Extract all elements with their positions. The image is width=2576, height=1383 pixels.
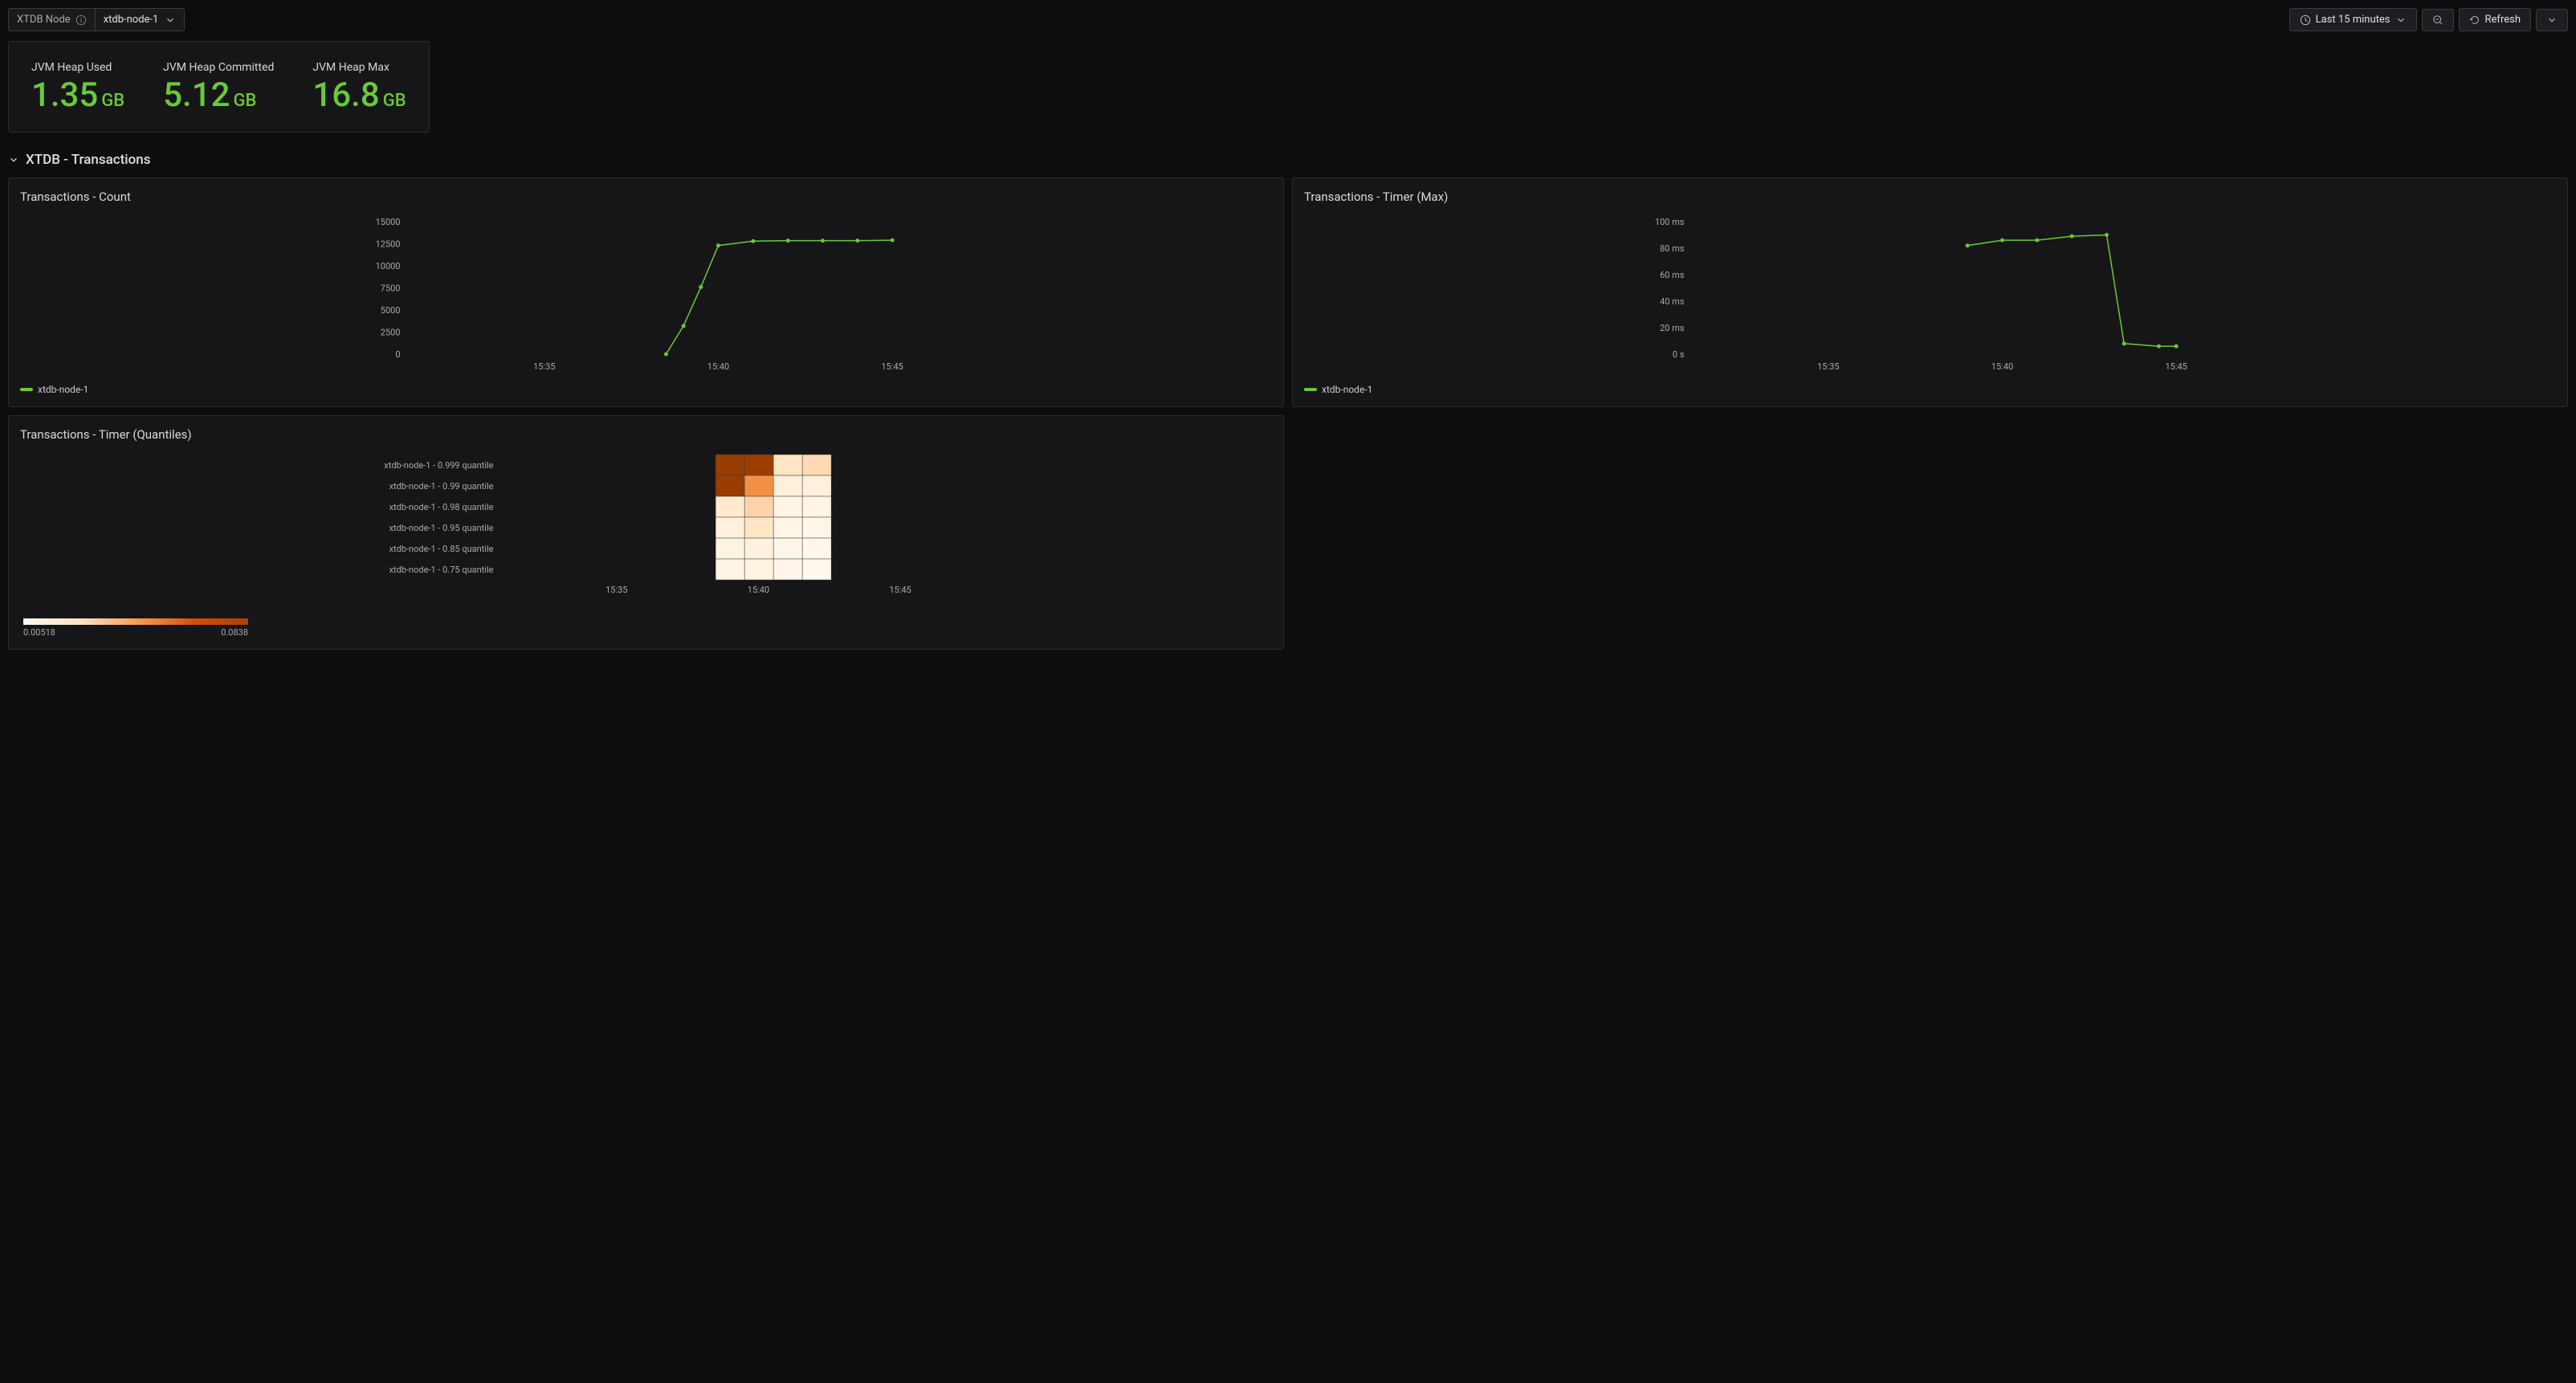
- refresh-interval-button[interactable]: [2536, 9, 2568, 31]
- variable-label: XTDB Node: [8, 8, 96, 31]
- stat-title: JVM Heap Max: [312, 61, 406, 74]
- svg-text:12500: 12500: [376, 239, 401, 250]
- svg-text:15:45: 15:45: [881, 361, 903, 372]
- svg-text:15:40: 15:40: [748, 585, 769, 595]
- chart-area: 0 2500 5000 7500 10000 12500 15000 15:35 15:40 15…: [20, 214, 1272, 377]
- refresh-label: Refresh: [2485, 14, 2521, 26]
- variable-value: xtdb-node-1: [104, 14, 159, 26]
- svg-text:60 ms: 60 ms: [1660, 270, 1685, 280]
- refresh-button[interactable]: Refresh: [2459, 8, 2531, 31]
- svg-text:0: 0: [395, 349, 400, 360]
- panel-transactions-quantiles[interactable]: Transactions - Timer (Quantiles) xtdb-no…: [8, 415, 1284, 650]
- legend-label: xtdb-node-1: [38, 384, 88, 395]
- svg-text:15:40: 15:40: [707, 361, 729, 372]
- stat-heap-max: JVM Heap Max 16.8GB: [312, 61, 406, 112]
- stat-title: JVM Heap Used: [31, 61, 124, 74]
- svg-text:40 ms: 40 ms: [1660, 296, 1685, 307]
- time-range-text: Last 15 minutes: [2316, 14, 2391, 26]
- svg-text:15:35: 15:35: [1817, 361, 1839, 372]
- stat-title: JVM Heap Committed: [163, 61, 274, 74]
- svg-text:0 s: 0 s: [1673, 349, 1685, 360]
- svg-text:100 ms: 100 ms: [1655, 217, 1685, 227]
- panel-transactions-timer-max[interactable]: Transactions - Timer (Max) 0 s 20 ms 40 ms…: [1292, 177, 2568, 407]
- clock-icon: [2300, 14, 2311, 26]
- panel-title: Transactions - Count: [20, 190, 1272, 204]
- panel-transactions-count[interactable]: Transactions - Count 0 2500 5000 7500 10000 1…: [8, 177, 1284, 407]
- legend: xtdb-node-1: [20, 384, 1272, 395]
- chevron-down-icon: [8, 154, 19, 165]
- zoom-out-icon: [2432, 14, 2444, 26]
- svg-text:15:35: 15:35: [533, 361, 555, 372]
- section-title: XTDB - Transactions: [26, 152, 151, 168]
- svg-text:20 ms: 20 ms: [1660, 323, 1685, 333]
- stat-value: 1.35GB: [31, 79, 124, 112]
- svg-text:10000: 10000: [376, 261, 401, 271]
- color-scale-bar: [23, 618, 248, 625]
- refresh-icon: [2469, 14, 2480, 26]
- time-range-picker[interactable]: Last 15 minutes: [2289, 8, 2417, 31]
- stat-heap-used: JVM Heap Used 1.35GB: [31, 61, 124, 112]
- chevron-down-icon: [165, 14, 176, 26]
- svg-text:2500: 2500: [381, 328, 401, 338]
- legend-swatch: [1304, 388, 1317, 391]
- section-header-transactions[interactable]: XTDB - Transactions: [8, 152, 2568, 168]
- chevron-down-icon: [2395, 14, 2407, 26]
- svg-text:15:35: 15:35: [605, 585, 627, 595]
- panel-title: Transactions - Timer (Max): [1304, 190, 2556, 204]
- panel-title: Transactions - Timer (Quantiles): [20, 427, 1272, 442]
- legend-label: xtdb-node-1: [1322, 384, 1372, 395]
- svg-text:80 ms: 80 ms: [1660, 243, 1685, 254]
- stat-value: 16.8GB: [312, 79, 406, 112]
- svg-text:15:45: 15:45: [889, 585, 911, 595]
- legend-swatch: [20, 388, 33, 391]
- stat-heap-committed: JVM Heap Committed 5.12GB: [163, 61, 274, 112]
- variable-select[interactable]: xtdb-node-1: [96, 8, 185, 31]
- chevron-down-icon: [2546, 14, 2558, 26]
- svg-text:xtdb-node-1 - 0.99 quantile: xtdb-node-1 - 0.99 quantile: [389, 481, 494, 492]
- svg-text:xtdb-node-1 - 0.85 quantile: xtdb-node-1 - 0.85 quantile: [389, 544, 494, 554]
- stat-value: 5.12GB: [163, 79, 274, 112]
- zoom-out-button[interactable]: [2422, 9, 2454, 31]
- svg-text:15:40: 15:40: [1991, 361, 2013, 372]
- svg-text:xtdb-node-1 - 0.999 quantile: xtdb-node-1 - 0.999 quantile: [384, 460, 493, 471]
- svg-text:xtdb-node-1 - 0.95 quantile: xtdb-node-1 - 0.95 quantile: [389, 523, 494, 533]
- variable-label-text: XTDB Node: [17, 14, 71, 26]
- svg-text:15000: 15000: [376, 217, 401, 227]
- svg-text:5000: 5000: [381, 305, 401, 316]
- svg-text:xtdb-node-1 - 0.98 quantile: xtdb-node-1 - 0.98 quantile: [389, 502, 494, 512]
- svg-text:15:45: 15:45: [2165, 361, 2187, 372]
- legend: xtdb-node-1: [1304, 384, 2556, 395]
- chart-area: 0 s 20 ms 40 ms 60 ms 80 ms 100 ms 15:35 15:40 1…: [1304, 214, 2556, 377]
- jvm-stats-panel: JVM Heap Used 1.35GB JVM Heap Committed …: [8, 41, 430, 133]
- svg-text:xtdb-node-1 - 0.75 quantile: xtdb-node-1 - 0.75 quantile: [389, 565, 494, 575]
- svg-text:7500: 7500: [381, 284, 401, 294]
- scale-max: 0.0838: [221, 627, 248, 638]
- info-icon: [75, 14, 87, 26]
- scale-min: 0.00518: [23, 627, 55, 638]
